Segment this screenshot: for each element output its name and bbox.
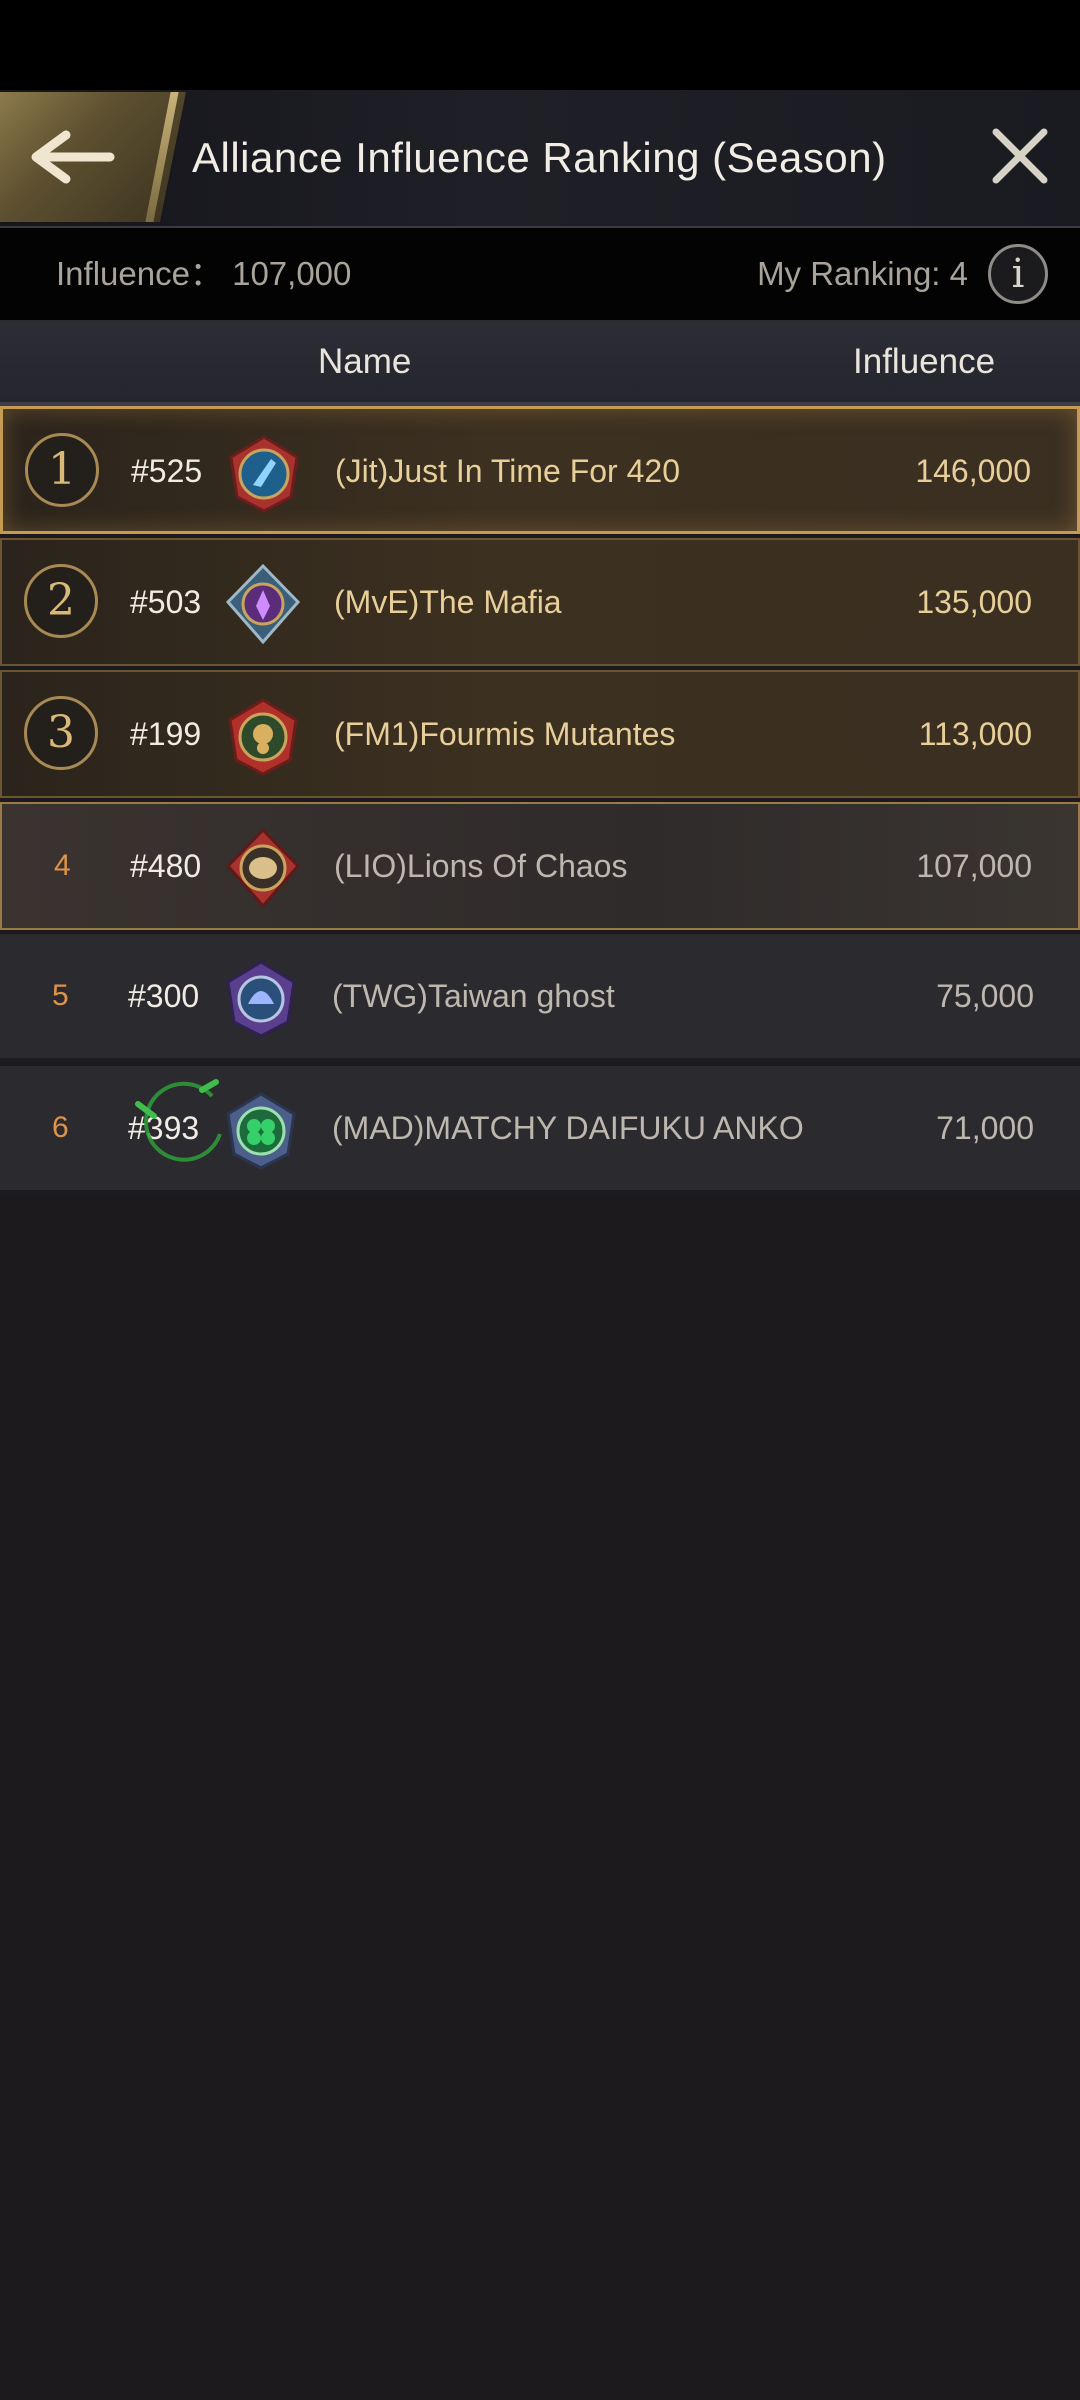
rank-medal: 2 (24, 564, 98, 638)
ranking-row[interactable]: 3 #199 (FM1)Fourmis Mutantes 113,000 (0, 670, 1080, 798)
page-title: Alliance Influence Ranking (Season) (192, 134, 887, 181)
server-id: #525 (131, 453, 203, 489)
alliance-name: (MvE)The Mafia (334, 584, 562, 620)
alliance-emblem-icon (225, 563, 301, 645)
back-arrow-icon (31, 130, 115, 184)
influence-value: 75,000 (936, 978, 1034, 1014)
alliance-name: (Jit)Just In Time For 420 (335, 453, 680, 489)
ranking-row[interactable]: 6 #393 (MAD)MATCHY DAIFUKU ANKO 71,000 (0, 1066, 1080, 1194)
rank-number: 4 (54, 849, 71, 882)
back-button[interactable] (0, 92, 186, 222)
table-header: Name Influence (0, 322, 1080, 406)
alliance-name: (FM1)Fourmis Mutantes (334, 716, 676, 752)
alliance-emblem-icon (225, 827, 301, 909)
alliance-emblem-icon (229, 435, 299, 513)
rank-number: 6 (52, 1111, 69, 1144)
alliance-emblem-icon (226, 1092, 296, 1170)
green-ring-effect (135, 1079, 222, 1162)
column-influence: Influence (853, 342, 996, 381)
ranking-row[interactable]: 5 #300 (TWG)Taiwan ghost 75,000 (0, 934, 1080, 1062)
alliance-name: (MAD)MATCHY DAIFUKU ANKO (332, 1110, 804, 1146)
my-influence: Influence： 107,000 (56, 255, 352, 292)
alliance-name: (LIO)Lions Of Chaos (334, 848, 628, 884)
influence-value: 135,000 (916, 584, 1032, 620)
alliance-emblem-icon (228, 698, 298, 776)
influence-value: 107,000 (916, 848, 1032, 884)
server-id: #300 (128, 978, 200, 1014)
alliance-emblem-icon (226, 960, 296, 1038)
rank-number: 5 (52, 979, 69, 1012)
my-ranking: My Ranking: 4 (757, 255, 968, 292)
header-bar: Alliance Influence Ranking (Season) (0, 90, 1080, 228)
server-id: #503 (130, 584, 202, 620)
influence-value: 71,000 (936, 1110, 1034, 1146)
rank-medal: 1 (25, 433, 99, 507)
server-id: #199 (130, 716, 202, 752)
summary-bar: Influence： 107,000 My Ranking: 4 i (0, 228, 1080, 323)
info-icon[interactable]: i (988, 244, 1048, 304)
ranking-row[interactable]: 2 #503 (MvE)The Mafia 135,000 (0, 538, 1080, 666)
server-id: #480 (130, 848, 202, 884)
ranking-row-mine[interactable]: 4 #480 (LIO)Lions Of Chaos 107,000 (0, 802, 1080, 930)
rank-medal: 3 (24, 696, 98, 770)
ranking-row[interactable]: 1 #525 (Jit)Just In Time For 420 146,000 (0, 406, 1080, 534)
status-bar (0, 0, 1080, 90)
column-name: Name (318, 342, 412, 381)
alliance-name: (TWG)Taiwan ghost (332, 978, 615, 1014)
influence-value: 146,000 (915, 453, 1031, 489)
influence-value: 113,000 (918, 716, 1032, 752)
close-icon[interactable] (988, 124, 1052, 188)
